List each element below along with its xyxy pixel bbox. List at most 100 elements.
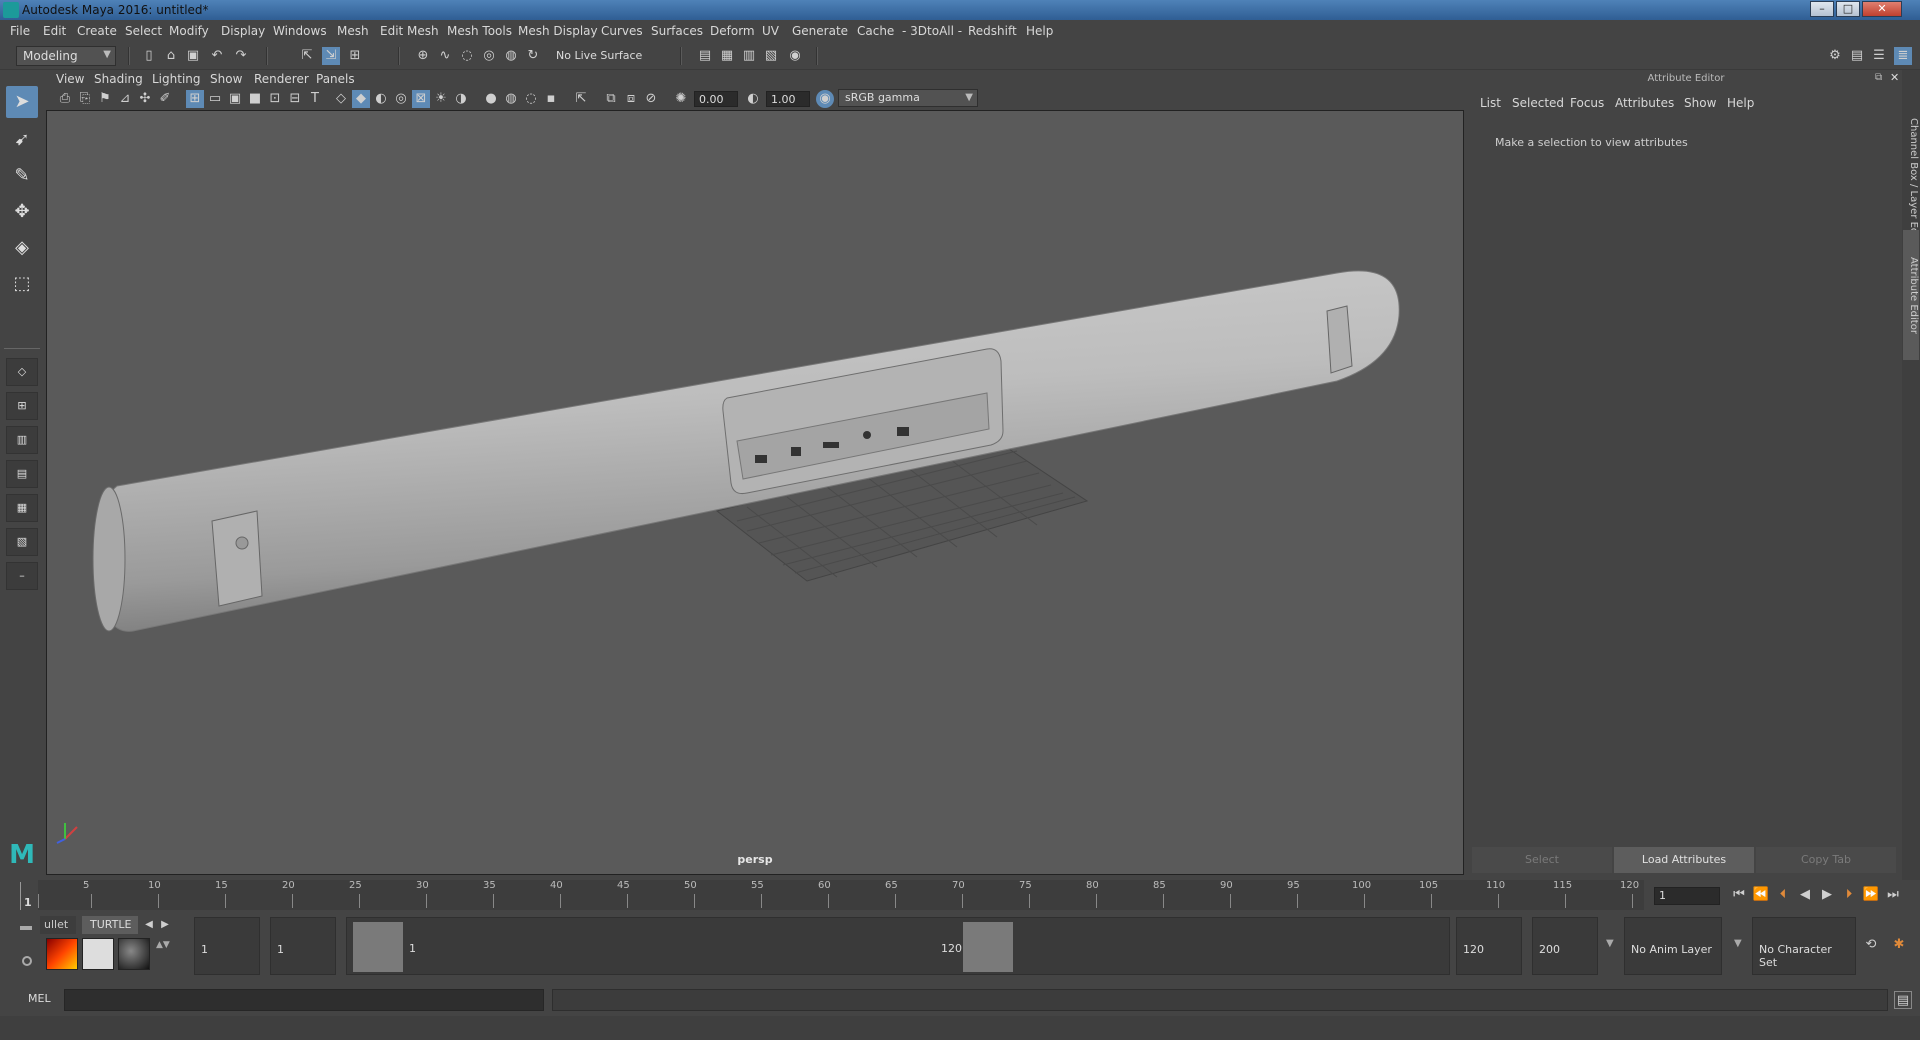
tool-settings-icon[interactable]: ☰ [1870, 47, 1888, 65]
menu-3dtoall[interactable]: - 3DtoAll - [902, 24, 962, 38]
modeling-toolkit-icon[interactable]: ⚙ [1826, 47, 1844, 65]
step-back-frame-icon[interactable]: ⏴ [1774, 886, 1792, 904]
current-frame-field[interactable]: 1 [1654, 887, 1720, 905]
xray-joints-icon[interactable]: ⧉ [602, 90, 620, 108]
playback-start-field[interactable]: 1 [270, 917, 336, 975]
xray-icon[interactable]: ⇱ [572, 90, 590, 108]
film-gate-icon[interactable]: ▭ [206, 90, 224, 108]
end-time-field[interactable]: 200 [1532, 917, 1598, 975]
maximize-button[interactable]: □ [1836, 1, 1860, 17]
menu-uv[interactable]: UV [762, 24, 779, 38]
tab-attribute-editor[interactable]: Attribute Editor [1903, 230, 1919, 360]
gamma-icon[interactable]: ◐ [744, 90, 762, 108]
step-back-key-icon[interactable]: ⏪ [1752, 886, 1770, 904]
select-component-icon[interactable]: ⊞ [346, 47, 364, 65]
ae-menu-show[interactable]: Show [1684, 96, 1716, 110]
safe-action-icon[interactable]: ⊟ [286, 90, 304, 108]
panel-menu-view[interactable]: View [56, 72, 84, 86]
character-set-dropdown[interactable]: No Character Set [1752, 917, 1856, 975]
float-panel-icon[interactable]: ⧉ [1875, 72, 1882, 83]
snap-point-icon[interactable]: ◌ [458, 47, 476, 65]
more-layouts-icon[interactable]: – [6, 562, 38, 590]
smooth-shade-icon[interactable]: ◆ [352, 90, 370, 108]
xray-components-icon[interactable]: ⧈ [622, 90, 640, 108]
perspective-viewport[interactable]: persp [46, 110, 1464, 875]
shelf-settings-icon[interactable] [22, 956, 32, 966]
single-pane-layout-icon[interactable]: ◇ [6, 358, 38, 386]
render-frame-icon[interactable]: ▤ [696, 47, 714, 65]
shadows-icon[interactable]: ◑ [452, 90, 470, 108]
chevron-down-icon[interactable]: ▼ [1734, 938, 1742, 949]
snap-grid-icon[interactable]: ⊕ [414, 47, 432, 65]
menu-windows[interactable]: Windows [273, 24, 327, 38]
menu-select[interactable]: Select [125, 24, 162, 38]
menu-modify[interactable]: Modify [169, 24, 209, 38]
image-plane-icon[interactable]: ⊿ [116, 90, 134, 108]
turtle-bake-shelf-icon[interactable] [82, 938, 114, 970]
play-forwards-icon[interactable]: ▶ [1818, 886, 1836, 904]
exposure-icon[interactable]: ✺ [672, 90, 690, 108]
menu-surfaces[interactable]: Surfaces [651, 24, 703, 38]
go-to-start-icon[interactable]: ⏮ [1730, 886, 1748, 904]
menu-help[interactable]: Help [1026, 24, 1053, 38]
hypershade-icon[interactable]: ◉ [786, 47, 804, 65]
depth-of-field-icon[interactable]: ▪ [542, 90, 560, 108]
screen-space-ao-icon[interactable]: ● [482, 90, 500, 108]
render-settings-icon[interactable]: ▧ [762, 47, 780, 65]
menu-display[interactable]: Display [221, 24, 265, 38]
bookmark-icon[interactable]: ⚑ [96, 90, 114, 108]
range-start-handle[interactable] [353, 922, 403, 972]
menu-edit[interactable]: Edit [43, 24, 66, 38]
anim-layer-dropdown[interactable]: No Anim Layer [1624, 917, 1722, 975]
shelf-scroll-right-icon[interactable]: ▶ [156, 916, 174, 934]
panel-menu-shading[interactable]: Shading [94, 72, 143, 86]
menu-mesh-tools[interactable]: Mesh Tools [447, 24, 512, 38]
turtle-shader-shelf-icon[interactable] [118, 938, 150, 970]
snap-live-icon[interactable]: ↻ [524, 47, 542, 65]
menu-file[interactable]: File [10, 24, 30, 38]
move-tool-icon[interactable]: ✥ [6, 196, 38, 228]
wireframe-icon[interactable]: ◇ [332, 90, 350, 108]
step-forward-frame-icon[interactable]: ⏵ [1840, 886, 1858, 904]
start-time-field[interactable]: 1 [194, 917, 260, 975]
safe-title-icon[interactable]: T [306, 90, 324, 108]
range-slider[interactable]: 1 120 [346, 917, 1450, 975]
ae-copy-tab-button[interactable]: Copy Tab [1756, 847, 1896, 873]
grease-pencil-icon[interactable]: ✐ [156, 90, 174, 108]
snap-curve-icon[interactable]: ∿ [436, 47, 454, 65]
shelf-menu-icon[interactable] [20, 926, 32, 930]
anti-aliasing-icon[interactable]: ◌ [522, 90, 540, 108]
playback-end-field[interactable]: 120 [1456, 917, 1522, 975]
menu-generate[interactable]: Generate [792, 24, 848, 38]
ae-menu-help[interactable]: Help [1727, 96, 1754, 110]
ipr-render-icon[interactable]: ▥ [740, 47, 758, 65]
ae-load-attributes-button[interactable]: Load Attributes [1614, 847, 1754, 873]
play-backwards-icon[interactable]: ◀ [1796, 886, 1814, 904]
close-panel-icon[interactable]: ✕ [1890, 71, 1899, 84]
script-editor-icon[interactable]: ▤ [1894, 991, 1912, 1009]
two-pane-layout-icon[interactable]: ▥ [6, 426, 38, 454]
use-default-lights-icon[interactable]: ☀ [432, 90, 450, 108]
go-to-end-icon[interactable]: ⏭ [1884, 886, 1902, 904]
shelf-scroll-arrows-icon[interactable]: ▲▼ [156, 940, 170, 968]
gamma-field[interactable]: 1.00 [766, 91, 810, 107]
step-forward-key-icon[interactable]: ⏩ [1862, 886, 1880, 904]
panel-menu-renderer[interactable]: Renderer [254, 72, 309, 86]
persp-outliner-layout-icon[interactable]: ▦ [6, 494, 38, 522]
select-tool-icon[interactable]: ➤ [6, 86, 38, 118]
exposure-field[interactable]: 0.00 [694, 91, 738, 107]
save-scene-icon[interactable]: ▣ [184, 47, 202, 65]
rotate-tool-icon[interactable]: ◈ [6, 232, 38, 264]
new-scene-icon[interactable]: ▯ [140, 47, 158, 65]
scale-tool-icon[interactable]: ⬚ [6, 268, 38, 300]
auto-key-icon[interactable]: ⟲ [1862, 936, 1880, 954]
field-chart-icon[interactable]: ⊡ [266, 90, 284, 108]
backface-culling-icon[interactable]: ⊘ [642, 90, 660, 108]
grid-icon[interactable]: ⊞ [186, 90, 204, 108]
open-scene-icon[interactable]: ⌂ [162, 47, 180, 65]
select-object-icon[interactable]: ⇲ [322, 47, 340, 65]
time-slider[interactable]: 1 5 10 15 20 25 30 35 40 45 50 55 60 65 … [20, 880, 1644, 910]
textured-icon[interactable]: ◎ [392, 90, 410, 108]
paint-select-tool-icon[interactable]: ✎ [6, 160, 38, 192]
panel-menu-lighting[interactable]: Lighting [152, 72, 201, 86]
